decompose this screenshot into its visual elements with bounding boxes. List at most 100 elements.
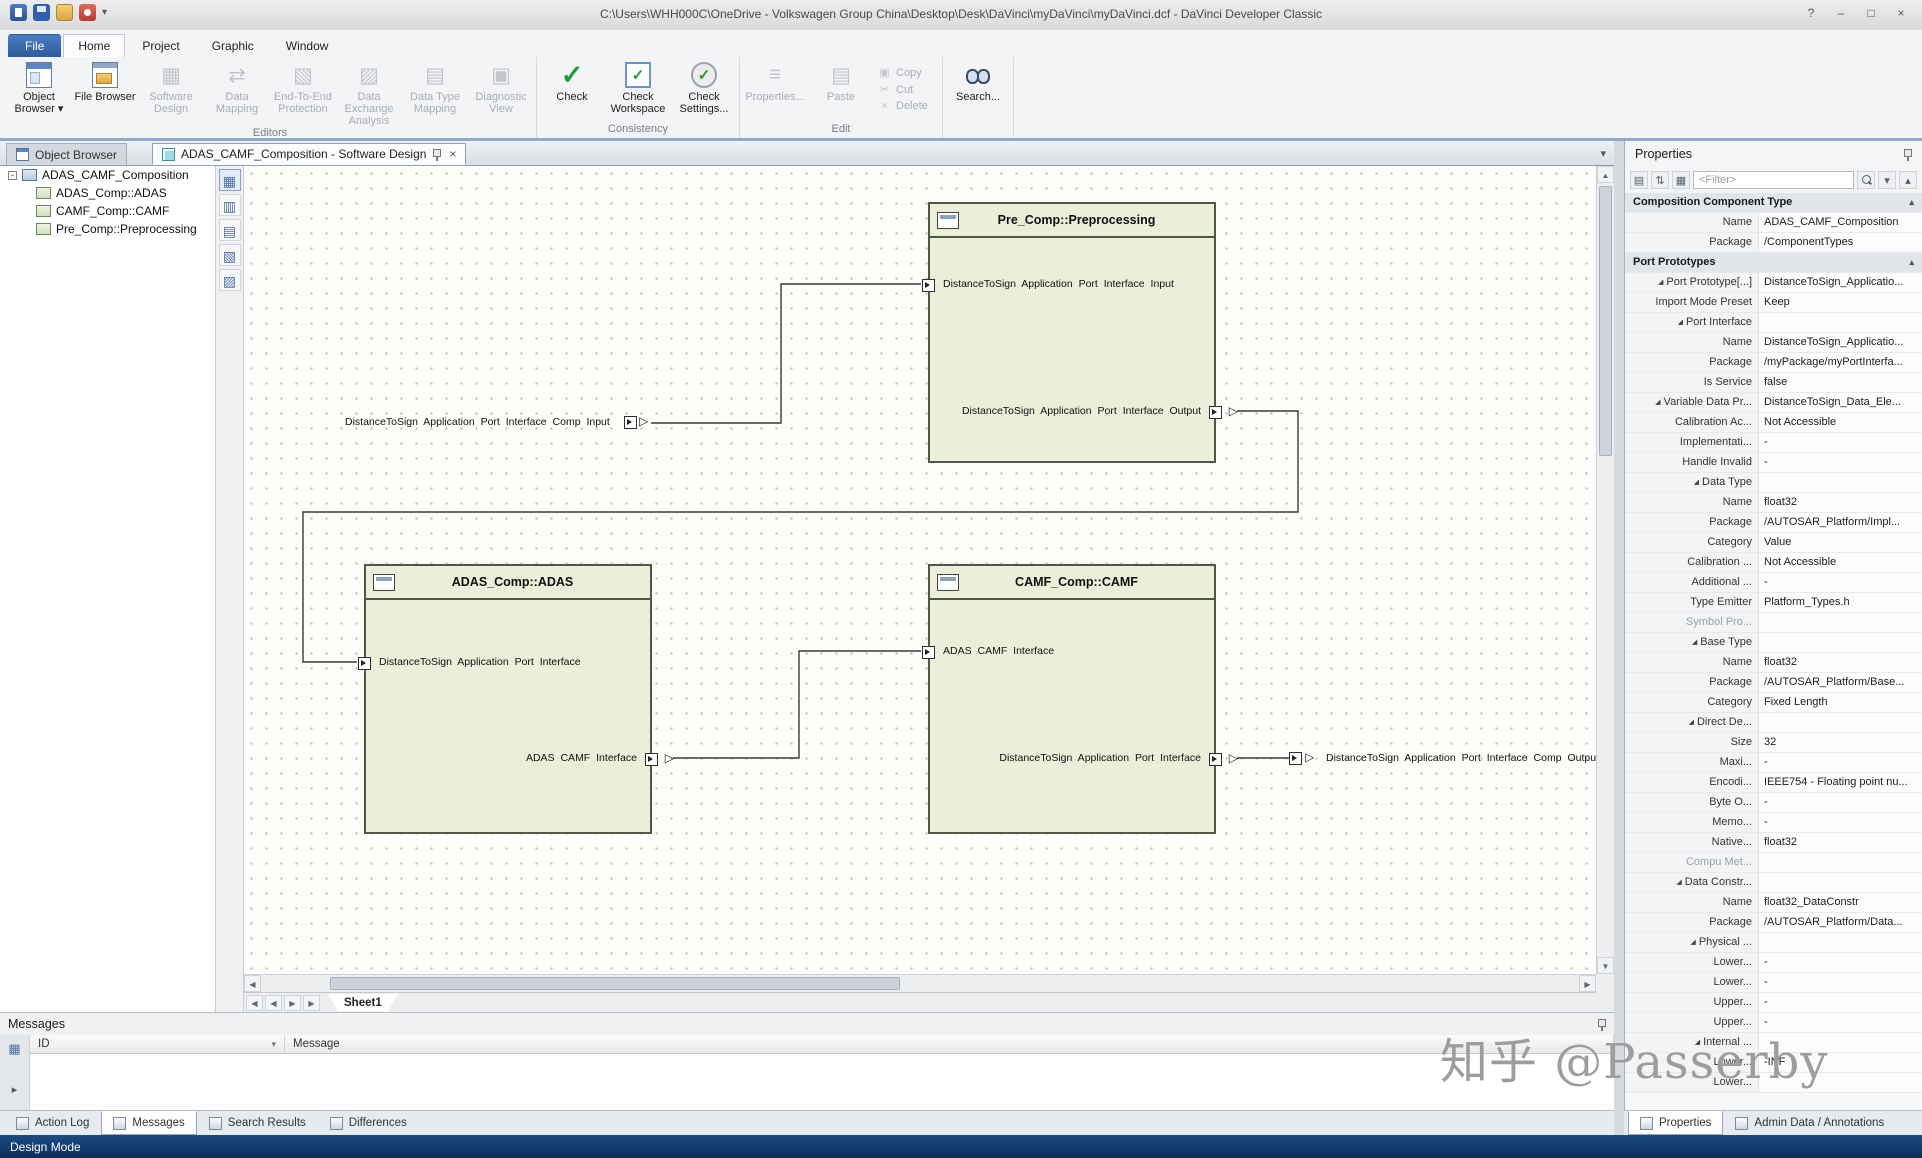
property-value[interactable]: 32 bbox=[1759, 733, 1922, 752]
composition-output-port-icon[interactable] bbox=[1289, 752, 1302, 765]
property-value[interactable]: /ComponentTypes bbox=[1759, 233, 1922, 252]
collapse-icon[interactable]: ▴ bbox=[1909, 193, 1922, 212]
expand-icon[interactable]: ◢ bbox=[1694, 473, 1699, 492]
ribbon-button-check-settings[interactable]: ✓Check Settings... bbox=[671, 57, 737, 115]
property-value[interactable]: DistanceToSign_Data_Ele... bbox=[1759, 393, 1922, 412]
expand-icon[interactable]: ◢ bbox=[1658, 273, 1663, 292]
messages-sidebar-icon[interactable]: ▦ bbox=[0, 1041, 29, 1057]
filter-dropdown-icon[interactable]: ▾ bbox=[1878, 171, 1896, 189]
diagram-canvas[interactable]: Pre_Comp::Preprocessing DistanceToSign A… bbox=[244, 166, 1596, 974]
scroll-left-icon[interactable]: ◀ bbox=[244, 975, 261, 992]
scroll-up-icon[interactable]: ▲ bbox=[1597, 166, 1614, 183]
panel-tab-properties[interactable]: Properties bbox=[1628, 1111, 1723, 1135]
close-button[interactable]: × bbox=[1888, 3, 1914, 23]
properties-row[interactable]: Lower...- bbox=[1625, 953, 1922, 973]
expand-icon[interactable]: ◢ bbox=[1690, 933, 1695, 952]
property-value[interactable]: Not Accessible bbox=[1759, 553, 1922, 572]
tree-item-adas-camf-composition[interactable]: -ADAS_CAMF_Composition bbox=[0, 166, 215, 184]
tree-item-adas-comp-adas[interactable]: ADAS_Comp::ADAS bbox=[0, 184, 215, 202]
properties-row[interactable]: Handle Invalid- bbox=[1625, 453, 1922, 473]
collapse-panel-icon[interactable]: ▴ bbox=[1899, 171, 1917, 189]
property-value[interactable]: - bbox=[1759, 953, 1922, 972]
properties-row[interactable]: NameDistanceToSign_Applicatio... bbox=[1625, 333, 1922, 353]
help-button[interactable]: ? bbox=[1798, 3, 1824, 23]
property-value[interactable] bbox=[1759, 633, 1922, 652]
properties-row[interactable]: Import Mode PresetKeep bbox=[1625, 293, 1922, 313]
prev-sheet-icon[interactable]: ◀ bbox=[265, 995, 282, 1011]
properties-row[interactable]: Encodi...IEEE754 - Floating point nu... bbox=[1625, 773, 1922, 793]
port-required-icon[interactable] bbox=[922, 646, 935, 659]
tab-object-browser[interactable]: Object Browser bbox=[6, 143, 127, 165]
ribbon-button-file-browser[interactable]: File Browser bbox=[72, 57, 138, 103]
expand-icon[interactable]: ◢ bbox=[1676, 873, 1681, 892]
canvas-horizontal-scrollbar[interactable]: ◀ ▶ bbox=[244, 974, 1596, 992]
port-provided-icon[interactable] bbox=[1209, 753, 1222, 766]
menu-tab-graphic[interactable]: Graphic bbox=[197, 34, 269, 57]
properties-row[interactable]: Package/AUTOSAR_Platform/Data... bbox=[1625, 913, 1922, 933]
component-adas-comp-adas[interactable]: ADAS_Comp::ADAS DistanceToSign Applicati… bbox=[364, 564, 652, 834]
panel-tab-admin-data-annotations[interactable]: Admin Data / Annotations bbox=[1723, 1111, 1896, 1135]
properties-row[interactable]: Package/AUTOSAR_Platform/Impl... bbox=[1625, 513, 1922, 533]
tab-software-design-document[interactable]: ADAS_CAMF_Composition - Software Design … bbox=[152, 143, 466, 165]
component-header[interactable]: Pre_Comp::Preprocessing bbox=[930, 204, 1214, 238]
categorized-view-icon[interactable]: ▤ bbox=[1630, 171, 1648, 189]
property-value[interactable]: float32_DataConstr bbox=[1759, 893, 1922, 912]
filter-input[interactable]: <Filter> bbox=[1693, 171, 1854, 189]
grid-view-icon[interactable]: ▦ bbox=[1672, 171, 1690, 189]
ribbon-button-search[interactable]: Search... bbox=[945, 57, 1011, 103]
property-value[interactable]: float32 bbox=[1759, 833, 1922, 852]
column-header-message[interactable]: Message bbox=[285, 1035, 1614, 1053]
port-provided-icon[interactable] bbox=[1209, 406, 1222, 419]
expand-icon[interactable]: ◢ bbox=[1692, 633, 1697, 652]
bottom-tab-action-log[interactable]: Action Log bbox=[4, 1111, 101, 1135]
column-filter-icon[interactable]: ▾ bbox=[271, 1039, 276, 1050]
component-camf-comp-camf[interactable]: CAMF_Comp::CAMF ADAS CAMF Interface Dist… bbox=[928, 564, 1216, 834]
properties-row[interactable]: ◢Variable Data Pr...DistanceToSign_Data_… bbox=[1625, 393, 1922, 413]
properties-row[interactable]: Package/AUTOSAR_Platform/Base... bbox=[1625, 673, 1922, 693]
properties-row[interactable]: ◢Data Constr... bbox=[1625, 873, 1922, 893]
canvas-vertical-scrollbar[interactable]: ▲ ▼ bbox=[1596, 166, 1614, 974]
property-value[interactable]: - bbox=[1759, 973, 1922, 992]
property-value[interactable]: - bbox=[1759, 993, 1922, 1012]
properties-row[interactable]: ◢Port Interface bbox=[1625, 313, 1922, 333]
column-header-id[interactable]: ID ▾ bbox=[30, 1035, 285, 1053]
port-provided-icon[interactable] bbox=[645, 753, 658, 766]
properties-row[interactable]: Upper...- bbox=[1625, 993, 1922, 1013]
properties-row[interactable]: Type EmitterPlatform_Types.h bbox=[1625, 593, 1922, 613]
properties-row[interactable]: ◢Base Type bbox=[1625, 633, 1922, 653]
tab-list-dropdown-icon[interactable]: ▾ bbox=[1600, 147, 1606, 160]
property-value[interactable]: - bbox=[1759, 753, 1922, 772]
next-sheet-icon[interactable]: ▶ bbox=[284, 995, 301, 1011]
scroll-right-icon[interactable]: ▶ bbox=[1579, 975, 1596, 992]
property-value[interactable]: Platform_Types.h bbox=[1759, 593, 1922, 612]
messages-table-body[interactable] bbox=[30, 1054, 1614, 1110]
property-value[interactable]: - bbox=[1759, 453, 1922, 472]
property-value[interactable]: float32 bbox=[1759, 493, 1922, 512]
property-value[interactable]: - bbox=[1759, 573, 1922, 592]
properties-row[interactable]: ◢Port Prototype[...]DistanceToSign_Appli… bbox=[1625, 273, 1922, 293]
properties-row[interactable]: Byte O...- bbox=[1625, 793, 1922, 813]
tree-item-camf-comp-camf[interactable]: CAMF_Comp::CAMF bbox=[0, 202, 215, 220]
tree-expander-icon[interactable]: - bbox=[8, 171, 17, 180]
scroll-down-icon[interactable]: ▼ bbox=[1597, 957, 1614, 974]
port-required-icon[interactable] bbox=[358, 657, 371, 670]
pin-icon[interactable] bbox=[432, 148, 441, 161]
property-value[interactable]: IEEE754 - Floating point nu... bbox=[1759, 773, 1922, 792]
menu-tab-file[interactable]: File bbox=[8, 34, 61, 57]
property-value[interactable]: - bbox=[1759, 793, 1922, 812]
property-value[interactable]: DistanceToSign_Applicatio... bbox=[1759, 333, 1922, 352]
properties-row[interactable]: ◢Data Type bbox=[1625, 473, 1922, 493]
properties-row[interactable]: Memo...- bbox=[1625, 813, 1922, 833]
properties-row[interactable]: Maxi...- bbox=[1625, 753, 1922, 773]
component-pre-comp-preprocessing[interactable]: Pre_Comp::Preprocessing DistanceToSign A… bbox=[928, 202, 1216, 463]
properties-row[interactable]: Lower...- bbox=[1625, 973, 1922, 993]
component-header[interactable]: ADAS_Comp::ADAS bbox=[366, 566, 650, 600]
composition-input-port-icon[interactable] bbox=[624, 416, 637, 429]
bottom-tab-search-results[interactable]: Search Results bbox=[197, 1111, 318, 1135]
properties-row[interactable]: Package/myPackage/myPortInterfa... bbox=[1625, 353, 1922, 373]
properties-row[interactable]: Calibration ...Not Accessible bbox=[1625, 553, 1922, 573]
property-value[interactable]: DistanceToSign_Applicatio... bbox=[1759, 273, 1922, 292]
properties-row[interactable]: Compu Met... bbox=[1625, 853, 1922, 873]
pin-icon[interactable] bbox=[1903, 148, 1912, 161]
ribbon-button-object-browser[interactable]: Object Browser ▾ bbox=[6, 57, 72, 115]
